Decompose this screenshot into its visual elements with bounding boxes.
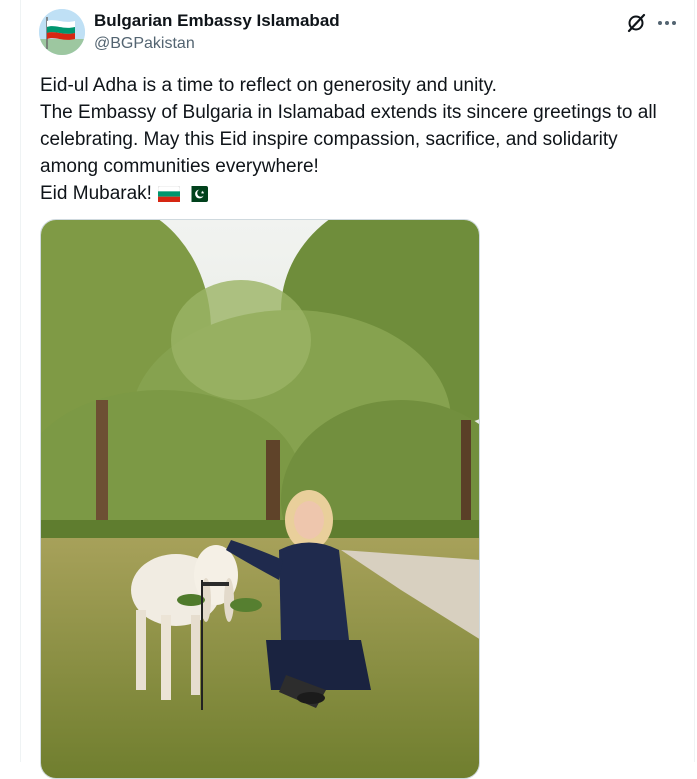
post-text-line: Eid-ul Adha is a time to reflect on gene…: [40, 75, 497, 96]
post-media-image[interactable]: [40, 219, 480, 779]
post-text-line-last: Eid Mubarak!: [40, 180, 680, 207]
pakistan-flag-icon: [185, 186, 208, 202]
post-text-line: celebrating. May this Eid inspire compas…: [40, 129, 618, 150]
more-options-button[interactable]: [654, 11, 680, 35]
bulgaria-flag-icon: [157, 186, 180, 202]
eid-mubarak-text: Eid Mubarak!: [40, 183, 152, 204]
timeline-border-right: [694, 0, 695, 762]
bulgaria-flag-avatar-image: [39, 9, 85, 55]
author-handle[interactable]: @BGPakistan: [94, 34, 195, 54]
author-name[interactable]: Bulgarian Embassy Islamabad: [94, 10, 340, 32]
author-avatar[interactable]: [39, 9, 85, 55]
post-text-line: among communities everywhere!: [40, 156, 319, 177]
grok-button[interactable]: [623, 11, 649, 35]
photo-woman-with-goat-in-park: [41, 220, 479, 778]
timeline-border-left: [20, 0, 21, 762]
post-text-line: The Embassy of Bulgaria in Islamabad ext…: [40, 102, 657, 123]
post-text: Eid-ul Adha is a time to reflect on gene…: [40, 72, 680, 207]
more-icon: [658, 21, 676, 25]
grok-icon: [627, 13, 646, 33]
